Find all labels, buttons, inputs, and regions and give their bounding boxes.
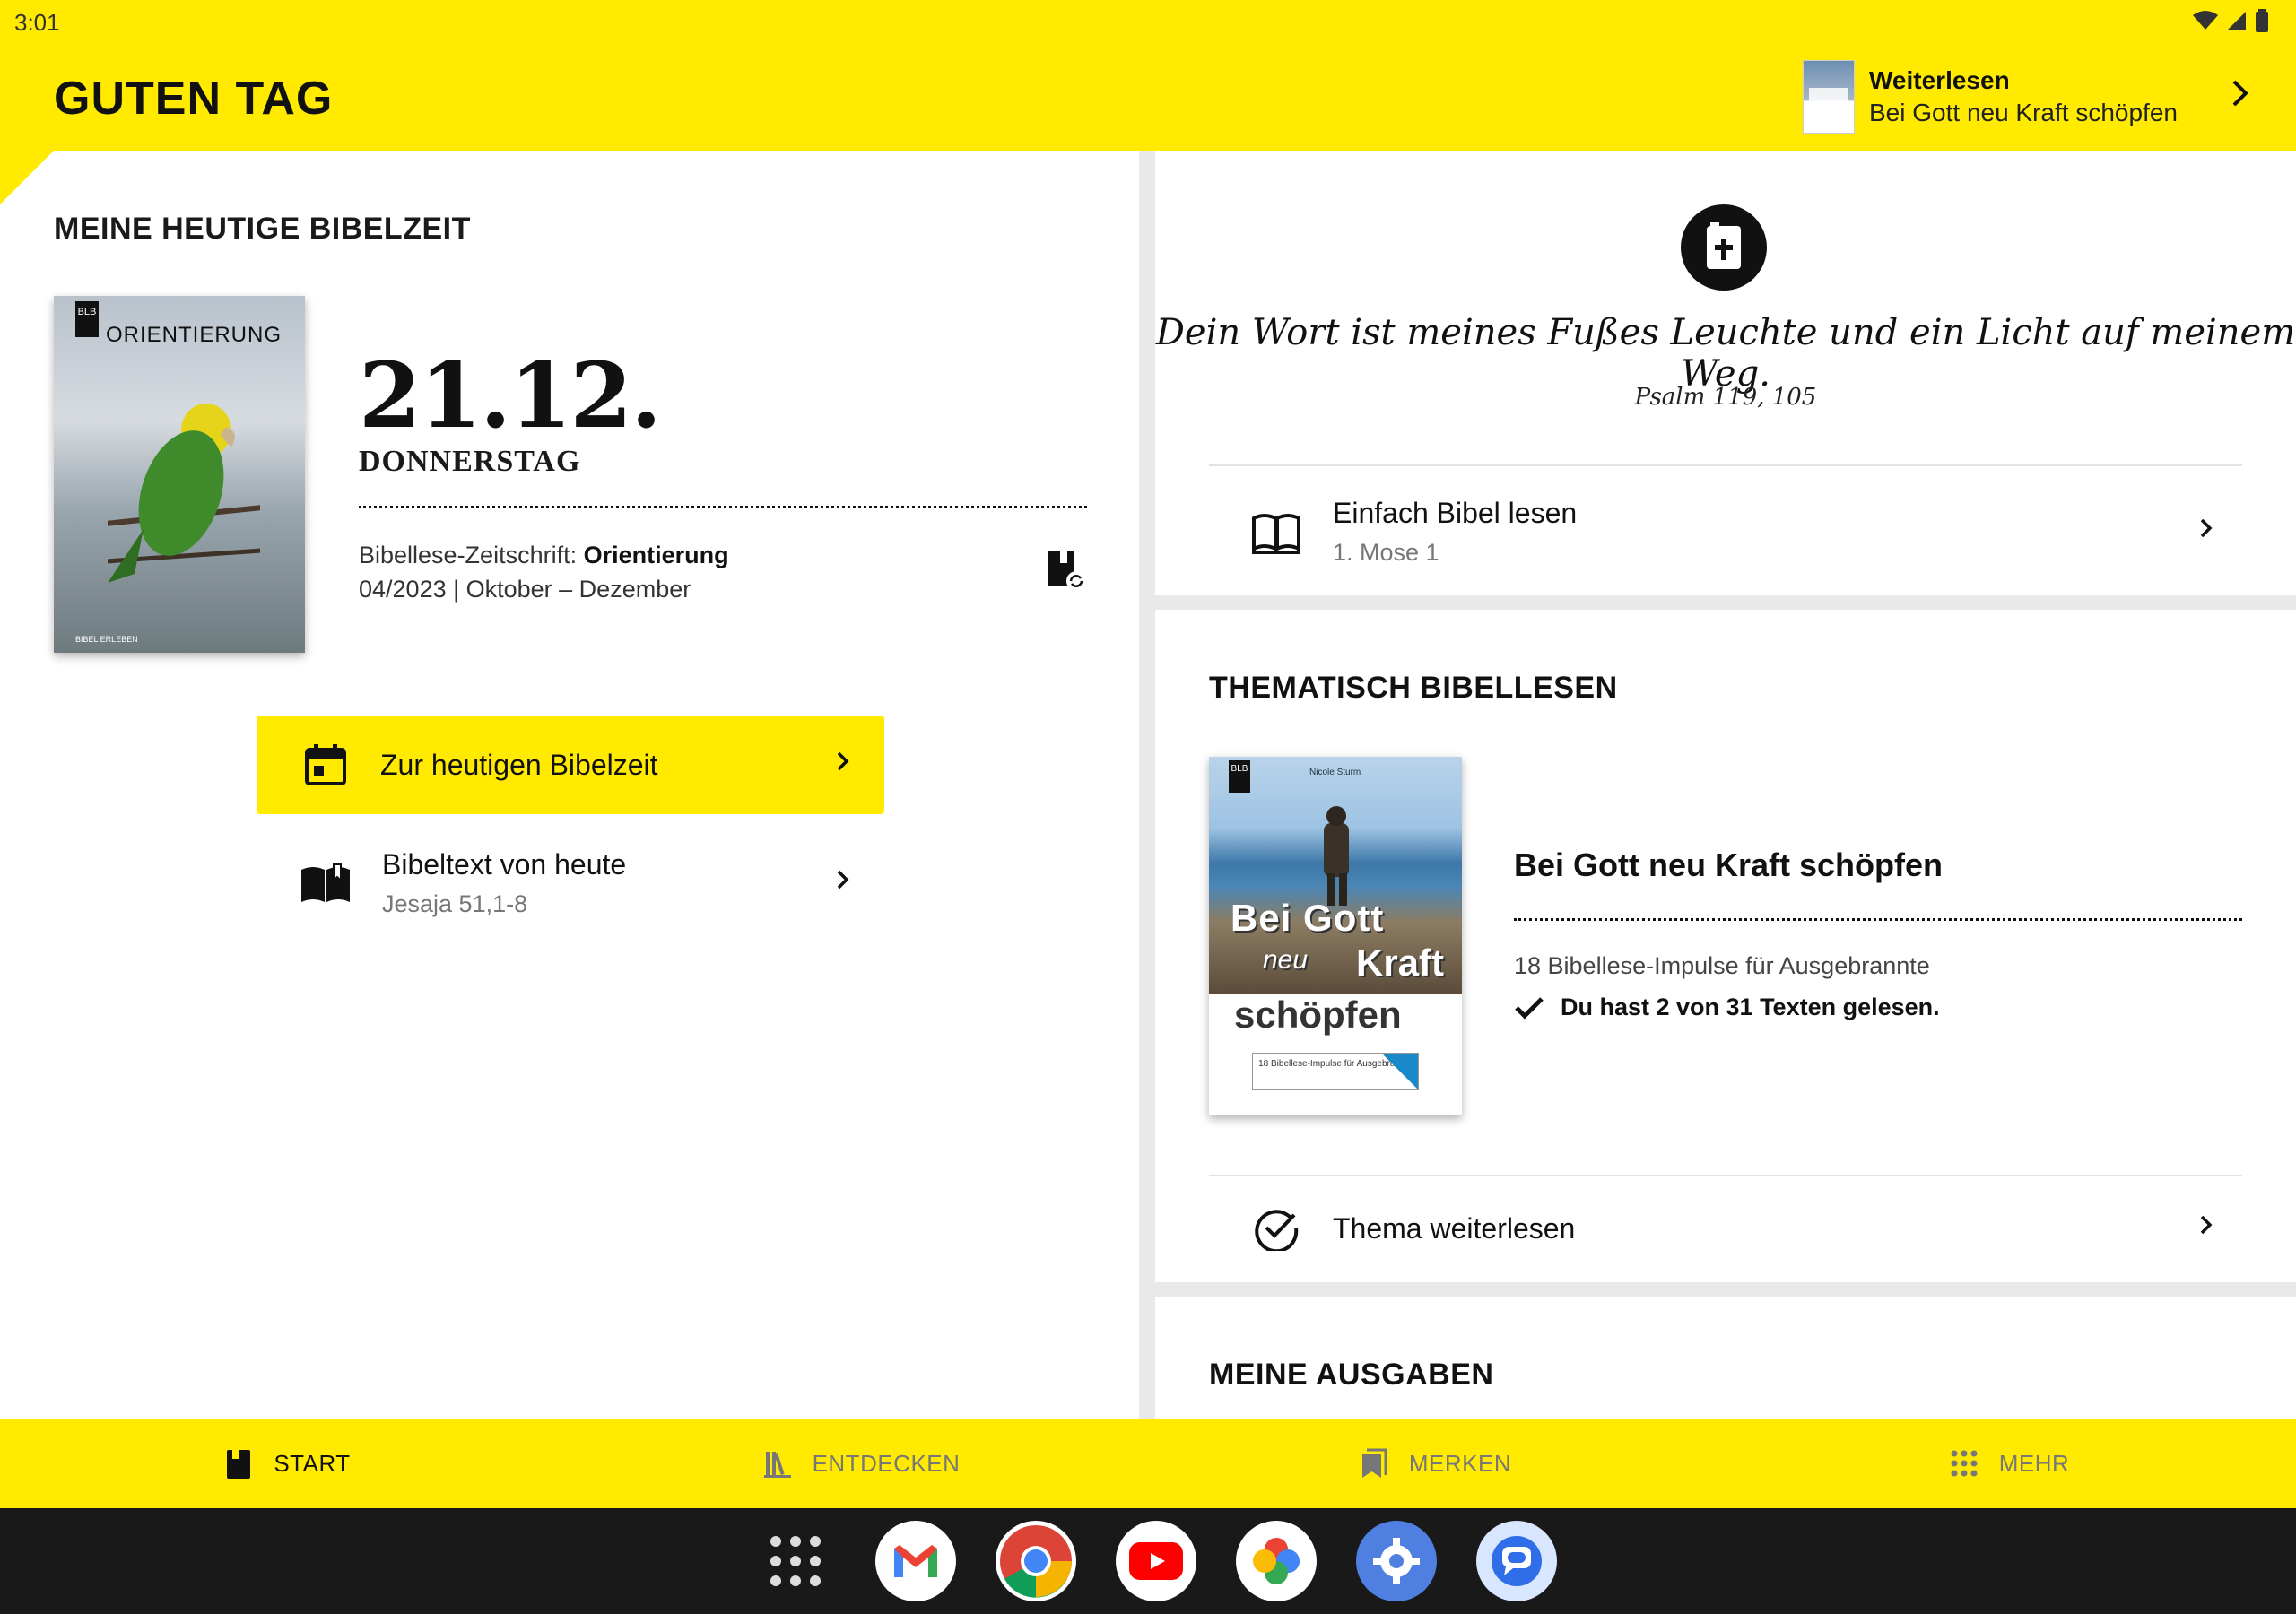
- theme-description: 18 Bibellese-Impulse für Ausgebrannte: [1514, 952, 1930, 979]
- book-title-word3: Kraft: [1356, 941, 1445, 984]
- read-bible-row[interactable]: Einfach Bibel lesen 1. Mose 1: [1209, 473, 2242, 590]
- youtube-icon[interactable]: [1116, 1521, 1196, 1601]
- today-bibletime-label: Zur heutigen Bibelzeit: [380, 748, 658, 781]
- book-title-word1: Bei Gott: [1231, 897, 1385, 939]
- wifi-icon: [2192, 10, 2219, 36]
- today-bibletime-button[interactable]: Zur heutigen Bibelzeit: [257, 716, 884, 814]
- dotted-divider: [359, 506, 1087, 508]
- theme-book-cover[interactable]: BLB Nicole Sturm Bei Gott neu Kraft schö…: [1209, 757, 1462, 1115]
- magazine-info: Bibellese-Zeitschrift: Orientierung: [359, 542, 729, 569]
- editions-section-title: MEINE AUSGABEN: [1209, 1358, 1494, 1392]
- today-weekday: DONNERSTAG: [359, 445, 581, 478]
- grid-dots-icon: [1951, 1450, 1978, 1477]
- calendar-icon: [305, 744, 346, 785]
- book-title-word2: neu: [1263, 945, 1309, 975]
- chevron-right-icon: [2197, 515, 2215, 550]
- thematic-card: THEMATISCH BIBELLESEN BLB Nicole Sturm B…: [1155, 610, 2296, 1282]
- continue-reading-book: Bei Gott neu Kraft schöpfen: [1869, 99, 2178, 126]
- nav-start[interactable]: START: [0, 1419, 574, 1508]
- continue-theme-row[interactable]: Thema weiterlesen: [1209, 1176, 2242, 1280]
- messages-icon[interactable]: [1476, 1521, 1557, 1601]
- switch-magazine-icon[interactable]: [1044, 549, 1087, 592]
- nav-more-label: MEHR: [1998, 1449, 2070, 1477]
- system-taskbar: [0, 1508, 2296, 1614]
- cover-title: ORIENTIERUNG: [106, 323, 283, 347]
- open-book-icon: [301, 863, 350, 902]
- bible-cross-icon: [1681, 204, 1767, 291]
- theme-title: Bei Gott neu Kraft schöpfen: [1514, 846, 1944, 883]
- today-section-title: MEINE HEUTIGE BIBELZEIT: [54, 212, 471, 246]
- nav-start-label: START: [274, 1449, 351, 1477]
- magazine-prefix: Bibellese-Zeitschrift:: [359, 542, 584, 568]
- chevron-right-icon: [2197, 1211, 2215, 1246]
- dotted-divider: [1514, 918, 2242, 921]
- continue-reading-button[interactable]: Weiterlesen Bei Gott neu Kraft schöpfen: [1803, 59, 2251, 134]
- thematic-section-title: THEMATISCH BIBELLESEN: [1209, 671, 1618, 705]
- editions-card: MEINE AUSGABEN: [1155, 1297, 2296, 1419]
- app-header: 3:01 GUTEN TAG Weiterlesen Bei Gott neu …: [0, 0, 2296, 151]
- settings-icon[interactable]: [1356, 1521, 1437, 1601]
- read-bible-title: Einfach Bibel lesen: [1333, 497, 1578, 529]
- bottom-navigation: START ENTDECKEN MERKEN MEHR: [0, 1419, 2296, 1508]
- apps-grid-icon[interactable]: [755, 1521, 836, 1601]
- nav-discover[interactable]: ENTDECKEN: [574, 1419, 1148, 1508]
- book-subtitle-box: 18 Bibellese-Impulse für Ausgebrannte: [1252, 1053, 1419, 1090]
- blb-logo: BLB: [75, 301, 99, 337]
- divider: [1209, 464, 2242, 466]
- greeting-title: GUTEN TAG: [54, 73, 334, 125]
- today-date: 21.12.: [359, 343, 662, 448]
- parrot-image: [108, 404, 260, 583]
- battery-icon: [2255, 9, 2269, 37]
- today-panel: MEINE HEUTIGE BIBELZEIT BLB ORIENTIERUNG…: [0, 151, 1139, 1419]
- nav-more[interactable]: MEHR: [1722, 1419, 2296, 1508]
- photos-icon[interactable]: [1236, 1521, 1317, 1601]
- checkmark-icon: [1515, 996, 1544, 1020]
- gmail-icon[interactable]: [875, 1521, 956, 1601]
- chevron-right-icon: [834, 866, 852, 901]
- cover-footer: BIBEL ERLEBEN: [75, 635, 138, 644]
- signal-icon: [2226, 10, 2248, 36]
- theme-progress: Du hast 2 von 31 Texten gelesen.: [1514, 994, 1940, 1021]
- bibletext-title: Bibeltext von heute: [382, 848, 627, 881]
- continue-theme-label: Thema weiterlesen: [1333, 1211, 1576, 1245]
- nav-bookmarks[interactable]: MERKEN: [1148, 1419, 1722, 1508]
- magazine-issue: 04/2023 | Oktober – Dezember: [359, 576, 691, 603]
- read-bible-reference: 1. Mose 1: [1333, 539, 1439, 566]
- bibletext-reference: Jesaja 51,1-8: [382, 890, 528, 917]
- bookmarks-icon: [1361, 1448, 1387, 1478]
- chevron-right-icon: [2230, 77, 2251, 117]
- continue-reading-title: Weiterlesen: [1869, 66, 2010, 94]
- continue-book-thumbnail: [1803, 60, 1855, 134]
- app-dock: [755, 1521, 1557, 1601]
- verse-card: Dein Wort ist meines Fußes Leuchte und e…: [1155, 151, 2296, 595]
- book-title-word4: schöpfen: [1234, 994, 1402, 1036]
- book-author: Nicole Sturm: [1309, 768, 1361, 777]
- status-bar: 3:01: [0, 0, 2296, 45]
- verse-reference: Psalm 119, 105: [1634, 384, 1817, 411]
- book-icon: [1252, 514, 1300, 554]
- magazine-cover[interactable]: BLB ORIENTIERUNG BIBEL ERLEBEN: [54, 296, 305, 653]
- chevron-right-icon: [834, 748, 852, 783]
- nav-bookmarks-label: MERKEN: [1408, 1449, 1512, 1477]
- chrome-icon[interactable]: [996, 1521, 1076, 1601]
- bible-book-icon: [227, 1448, 251, 1479]
- check-circle-icon: [1255, 1210, 1299, 1251]
- theme-progress-text: Du hast 2 von 31 Texten gelesen.: [1561, 994, 1940, 1020]
- verse-text: Dein Wort ist meines Fußes Leuchte und e…: [1155, 312, 2296, 395]
- status-time: 3:01: [14, 9, 60, 36]
- nav-discover-label: ENTDECKEN: [812, 1449, 961, 1477]
- blb-logo: BLB: [1229, 760, 1250, 793]
- library-icon: [763, 1452, 791, 1478]
- status-icons: [2192, 9, 2269, 37]
- magazine-name: Orientierung: [583, 542, 729, 568]
- header-fold-decoration: [0, 151, 54, 204]
- todays-bibletext-row[interactable]: Bibeltext von heute Jesaja 51,1-8: [257, 834, 884, 933]
